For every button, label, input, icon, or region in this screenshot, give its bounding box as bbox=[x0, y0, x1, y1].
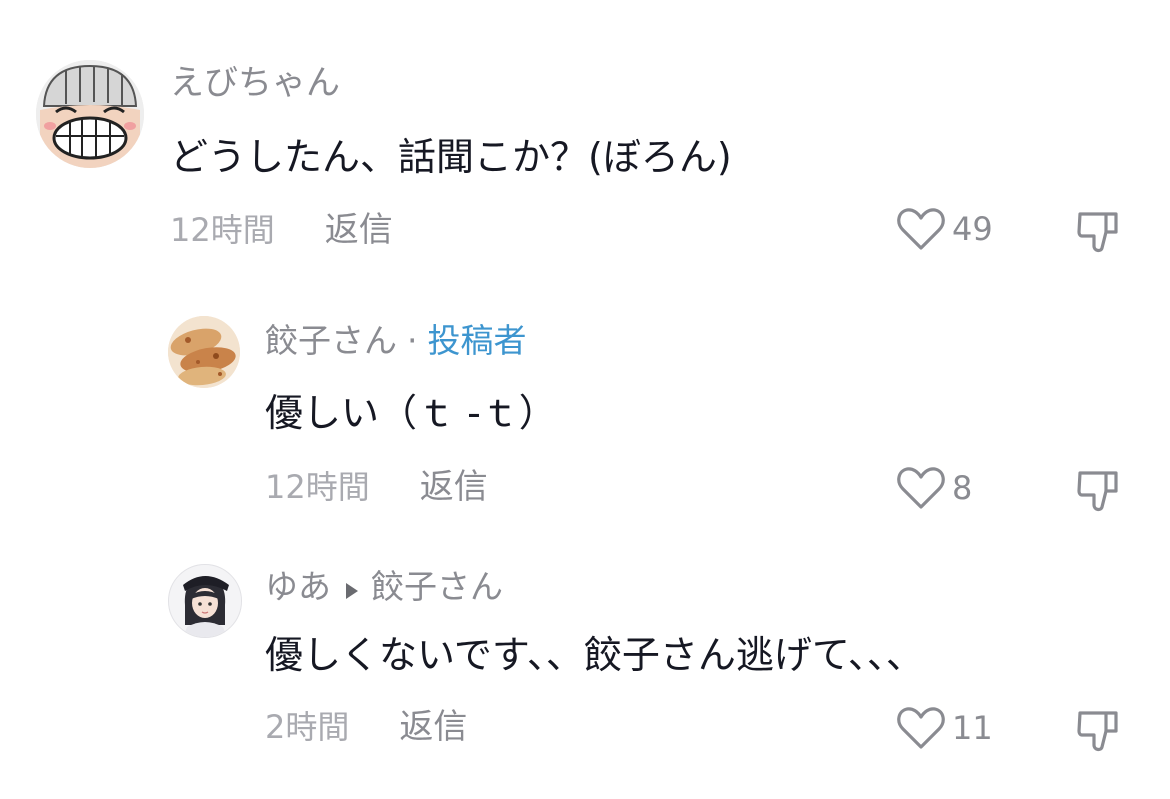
heart-icon bbox=[897, 208, 945, 250]
dislike-button[interactable] bbox=[1076, 467, 1122, 513]
comment-timestamp: 12時間 bbox=[265, 468, 370, 506]
dislike-button[interactable] bbox=[1076, 707, 1122, 753]
reply-comment-item: 餃子さん · 投稿者 優しい（ｔ -ｔ） 12時間 返信 8 bbox=[0, 280, 1170, 540]
reply-button[interactable]: 返信 bbox=[325, 210, 393, 250]
dislike-button[interactable] bbox=[1076, 208, 1122, 254]
user-avatar[interactable] bbox=[168, 564, 242, 638]
username-label[interactable]: ゆあ bbox=[265, 567, 331, 606]
like-count: 49 bbox=[952, 210, 993, 248]
reply-button[interactable]: 返信 bbox=[399, 707, 467, 747]
comment-username: ゆあ 餃子さん bbox=[265, 570, 503, 605]
comment-meta: 12時間 返信 bbox=[265, 470, 488, 504]
heart-icon bbox=[897, 707, 945, 749]
comment-meta: 12時間 返信 bbox=[170, 213, 393, 247]
author-badge: 投稿者 bbox=[427, 321, 527, 360]
like-count: 8 bbox=[952, 469, 973, 507]
comment-timestamp: 12時間 bbox=[170, 211, 275, 249]
comment-item: えびちゃん どうしたん、話聞こか？(ぼろん) 12時間 返信 49 bbox=[0, 0, 1170, 280]
comment-text: どうしたん、話聞こか？(ぼろん) bbox=[170, 135, 732, 179]
comment-username: 餃子さん · 投稿者 bbox=[265, 324, 527, 357]
username-label[interactable]: 餃子さん bbox=[265, 321, 397, 360]
grinning-cartoon-avatar-icon bbox=[36, 60, 144, 168]
comment-text: 優しくないです、、餃子さん逃げて、、、 bbox=[265, 633, 924, 677]
like-button[interactable]: 8 bbox=[896, 465, 972, 511]
comment-timestamp: 2時間 bbox=[265, 708, 350, 746]
user-avatar[interactable] bbox=[36, 60, 144, 168]
reply-to-username[interactable]: 餃子さん bbox=[371, 567, 503, 606]
reply-button[interactable]: 返信 bbox=[420, 467, 488, 507]
anime-girl-avatar-icon bbox=[169, 565, 241, 637]
like-button[interactable]: 49 bbox=[896, 206, 993, 252]
gyoza-photo-avatar-icon bbox=[168, 316, 240, 388]
heart-icon bbox=[897, 467, 945, 509]
like-count: 11 bbox=[952, 709, 993, 747]
thumbs-down-icon bbox=[1077, 212, 1118, 253]
username-label[interactable]: えびちゃん bbox=[170, 63, 340, 103]
comment-username[interactable]: えびちゃん bbox=[170, 66, 340, 100]
comment-meta: 2時間 返信 bbox=[265, 710, 467, 744]
thumbs-down-icon bbox=[1077, 711, 1118, 752]
thumbs-down-icon bbox=[1077, 471, 1118, 512]
reply-arrow-icon bbox=[345, 572, 359, 605]
reply-comment-item: ゆあ 餃子さん 優しくないです、、餃子さん逃げて、、、 2時間 返信 11 bbox=[0, 540, 1170, 799]
like-button[interactable]: 11 bbox=[896, 705, 993, 751]
separator-dot: · bbox=[407, 321, 418, 360]
comment-text: 優しい（ｔ -ｔ） bbox=[265, 391, 557, 435]
user-avatar[interactable] bbox=[168, 316, 240, 388]
